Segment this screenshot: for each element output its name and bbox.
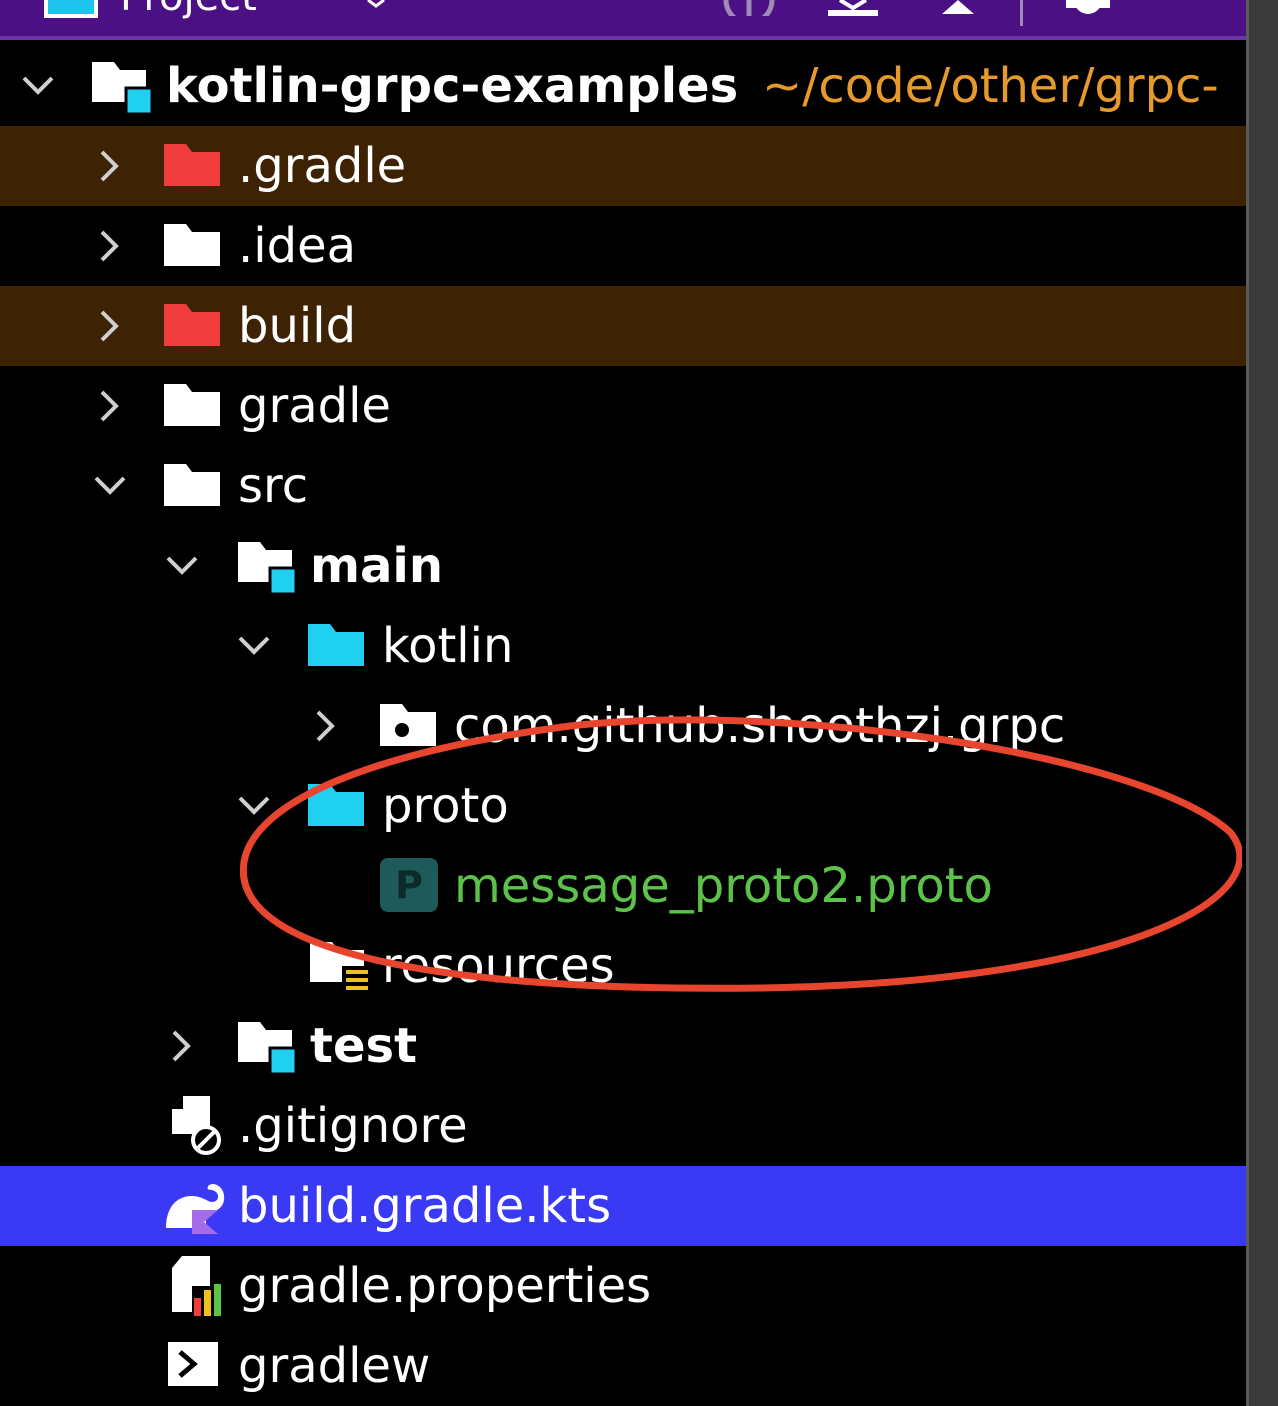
chevron-down-icon[interactable]	[92, 468, 128, 504]
tree-row-kotlin[interactable]: kotlin	[0, 606, 1246, 686]
tree-row-gradle-properties[interactable]: gradle.properties	[0, 1246, 1246, 1326]
chevron-right-icon[interactable]	[92, 388, 128, 424]
chevron-down-icon[interactable]	[164, 548, 200, 584]
tree-item-label: main	[310, 538, 444, 594]
shell-script-icon	[168, 1342, 218, 1386]
gradle-kotlin-script-icon	[166, 1183, 225, 1234]
tree-root-label: kotlin-grpc-examples	[166, 58, 739, 114]
toolbar-separator	[1020, 0, 1023, 26]
excluded-folder-icon	[164, 304, 220, 346]
gear-icon[interactable]	[1058, 0, 1118, 20]
chevron-right-icon[interactable]	[92, 228, 128, 264]
tree-row-dot-gradle[interactable]: .gradle	[0, 126, 1246, 206]
tree-item-label: .gradle	[238, 138, 407, 194]
tree-row-test[interactable]: test	[0, 1006, 1246, 1086]
tree-item-label: src	[238, 458, 309, 514]
ignore-file-icon	[172, 1096, 221, 1155]
locate-target-icon[interactable]	[722, 0, 776, 16]
project-toolbar: Project	[0, 0, 1246, 40]
tree-item-label: gradle	[238, 378, 391, 434]
chevron-down-icon[interactable]	[20, 68, 56, 104]
annotation-ellipse	[240, 716, 1242, 992]
folder-icon	[164, 384, 220, 426]
test-module-folder-icon	[238, 1022, 298, 1076]
tree-item-label: test	[310, 1018, 418, 1074]
chevron-right-icon[interactable]	[92, 308, 128, 344]
module-folder-icon	[92, 62, 154, 116]
chevron-right-icon[interactable]	[164, 1028, 200, 1064]
tree-row-gitignore[interactable]: .gitignore	[0, 1086, 1246, 1166]
tree-row-root[interactable]: kotlin-grpc-examples ~/code/other/grpc-	[0, 46, 1246, 126]
chevron-down-icon[interactable]	[364, 0, 388, 10]
collapse-all-icon[interactable]	[936, 0, 980, 16]
tree-row-gradlew[interactable]: gradlew	[0, 1326, 1246, 1406]
project-view-title[interactable]: Project	[120, 0, 257, 20]
module-folder-icon	[238, 542, 298, 596]
tree-row-build[interactable]: build	[0, 286, 1246, 366]
source-folder-icon	[308, 624, 364, 666]
excluded-folder-icon	[164, 144, 220, 186]
tree-item-label: build	[238, 298, 357, 354]
tree-item-label: gradle.properties	[238, 1258, 652, 1314]
tree-row-idea[interactable]: .idea	[0, 206, 1246, 286]
editor-splitter[interactable]	[1246, 0, 1278, 1406]
tree-item-label: .idea	[238, 218, 357, 274]
expand-all-icon[interactable]	[826, 0, 880, 18]
project-window-icon	[44, 0, 98, 18]
tree-row-build-gradle-kts[interactable]: build.gradle.kts	[0, 1166, 1246, 1246]
tree-item-label: .gitignore	[238, 1098, 468, 1154]
tree-row-src[interactable]: src	[0, 446, 1246, 526]
chevron-down-icon[interactable]	[236, 628, 272, 664]
tree-item-label: gradlew	[238, 1338, 431, 1394]
tree-row-main[interactable]: main	[0, 526, 1246, 606]
tree-row-gradle[interactable]: gradle	[0, 366, 1246, 446]
tree-item-label: kotlin	[382, 618, 514, 674]
tree-item-label: build.gradle.kts	[238, 1178, 612, 1234]
folder-icon	[164, 464, 220, 506]
folder-icon	[164, 224, 220, 266]
chevron-right-icon[interactable]	[92, 148, 128, 184]
properties-file-icon	[172, 1256, 228, 1316]
tree-root-path: ~/code/other/grpc-	[762, 58, 1219, 114]
